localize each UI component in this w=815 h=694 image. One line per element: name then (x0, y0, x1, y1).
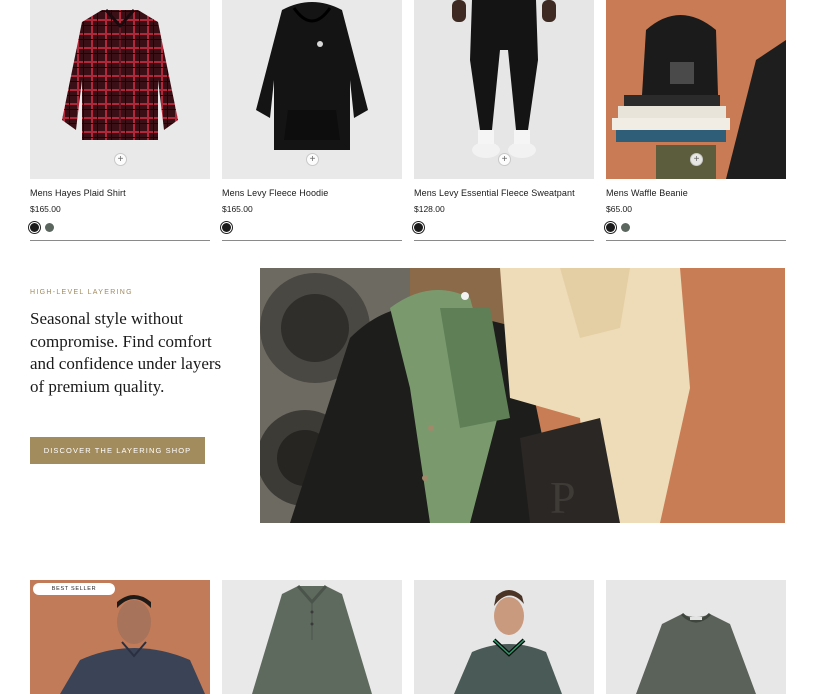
product-price: $65.00 (606, 204, 632, 214)
divider (30, 240, 210, 241)
plus-icon[interactable]: + (306, 153, 319, 166)
product-price: $128.00 (414, 204, 445, 214)
product-image[interactable] (414, 580, 594, 694)
product-image[interactable]: + (30, 0, 210, 179)
product-image[interactable] (222, 580, 402, 694)
svg-text:P: P (550, 472, 576, 523)
product-image[interactable] (606, 580, 786, 694)
product-image[interactable]: + (606, 0, 786, 179)
product-price: $165.00 (222, 204, 253, 214)
color-swatch[interactable] (45, 223, 54, 232)
color-swatches (412, 221, 594, 234)
color-swatch[interactable] (621, 223, 630, 232)
promo-eyebrow: HIGH-LEVEL LAYERING (30, 289, 133, 296)
promo-image[interactable]: P (260, 268, 785, 523)
plus-icon[interactable]: + (690, 153, 703, 166)
product-card[interactable]: + Mens Levy Fleece Hoodie $165.00 (220, 0, 402, 241)
product-name[interactable]: Mens Levy Essential Fleece Sweatpant (414, 188, 594, 198)
color-swatches (220, 221, 402, 234)
best-seller-badge: BEST SELLER (33, 583, 115, 595)
product-image[interactable]: + (222, 0, 402, 179)
promo-headline: Seasonal style without compromise. Find … (30, 309, 222, 396)
product-image[interactable]: BEST SELLER (30, 580, 210, 694)
product-grid-bottom: BEST SELLER (30, 580, 786, 694)
plus-icon[interactable]: + (114, 153, 127, 166)
product-name[interactable]: Mens Levy Fleece Hoodie (222, 188, 402, 198)
color-swatch[interactable] (220, 221, 233, 234)
color-swatch[interactable] (28, 221, 41, 234)
product-card[interactable]: BEST SELLER (30, 580, 210, 694)
color-swatch[interactable] (604, 221, 617, 234)
divider (222, 240, 402, 241)
product-card[interactable]: + Mens Waffle Beanie $65.00 (604, 0, 786, 241)
divider (414, 240, 594, 241)
product-name[interactable]: Mens Hayes Plaid Shirt (30, 188, 210, 198)
product-card[interactable]: + Mens Levy Essential Fleece Sweatpant $… (412, 0, 594, 241)
color-swatch[interactable] (412, 221, 425, 234)
product-name[interactable]: Mens Waffle Beanie (606, 188, 786, 198)
product-card[interactable]: + Mens Hayes Plaid Shirt $165.00 (28, 0, 210, 241)
product-card[interactable] (606, 580, 786, 694)
product-image[interactable]: + (414, 0, 594, 179)
plus-icon[interactable]: + (498, 153, 511, 166)
color-swatches (604, 221, 786, 234)
product-price: $165.00 (30, 204, 61, 214)
product-card[interactable] (414, 580, 594, 694)
product-card[interactable] (222, 580, 402, 694)
product-grid-top: + Mens Hayes Plaid Shirt $165.00 + Mens … (28, 0, 786, 241)
discover-layering-shop-button[interactable]: DISCOVER THE LAYERING SHOP (30, 437, 205, 464)
color-swatches (28, 221, 210, 234)
divider (606, 240, 786, 241)
